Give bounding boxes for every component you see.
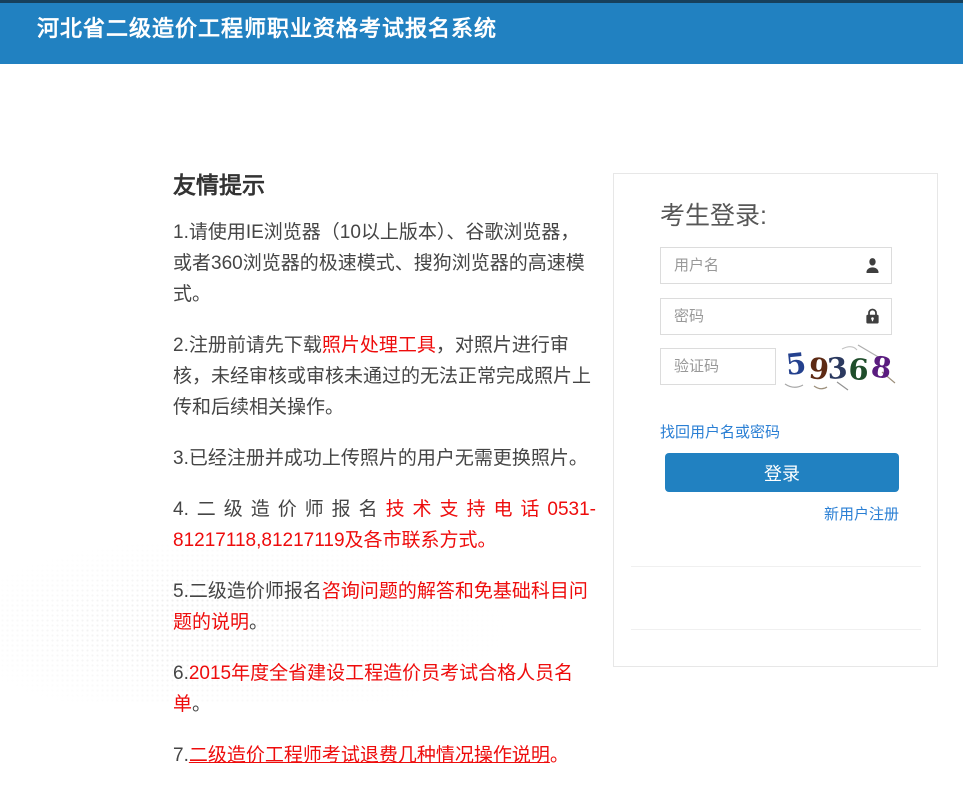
user-icon	[862, 255, 883, 276]
tip-text: 。	[192, 694, 211, 715]
svg-text:3: 3	[826, 351, 849, 386]
tip-link[interactable]: 。	[478, 530, 497, 551]
tip-text: 7.	[173, 745, 189, 766]
username-input[interactable]	[660, 247, 892, 284]
password-input[interactable]	[660, 298, 892, 335]
login-button[interactable]: 登录	[665, 453, 899, 492]
tip-text: 1.请使用IE浏览器（10以上版本）、谷歌浏览器，或者360浏览器的极速模式、搜…	[173, 222, 585, 305]
tip-text: 4.二级造价师报名	[173, 499, 386, 520]
tips-list: 1.请使用IE浏览器（10以上版本）、谷歌浏览器，或者360浏览器的极速模式、搜…	[173, 217, 596, 771]
username-field-wrap	[660, 247, 892, 284]
tip-item: 1.请使用IE浏览器（10以上版本）、谷歌浏览器，或者360浏览器的极速模式、搜…	[173, 217, 596, 310]
lock-icon	[862, 306, 883, 327]
tips-heading: 友情提示	[173, 166, 596, 200]
register-row: 新用户注册	[665, 503, 899, 524]
tip-link[interactable]: 照片处理工具	[322, 335, 436, 356]
svg-text:6: 6	[848, 352, 870, 387]
page-title: 河北省二级造价工程师职业资格考试报名系统	[37, 11, 963, 43]
password-field-wrap	[660, 298, 892, 335]
login-panel: 考生登录: 59368 找回用户名或密码 登录 新用户注册	[613, 173, 938, 667]
captcha-field-wrap	[660, 348, 776, 385]
tip-item: 5.二级造价师报名咨询问题的解答和免基础科目问题的说明。	[173, 576, 596, 638]
tip-link[interactable]: 。	[550, 745, 569, 766]
tip-link[interactable]: 2015年度全省建设工程造价员考试合格人员名单	[173, 663, 573, 715]
divider	[631, 566, 921, 567]
tip-link[interactable]: 二级造价工程师考试退费几种情况操作说明	[189, 745, 550, 766]
tip-item: 3.已经注册并成功上传照片的用户无需更换照片。	[173, 443, 596, 474]
captcha-digits: 59368	[784, 346, 894, 387]
tip-item: 6.2015年度全省建设工程造价员考试合格人员名单。	[173, 658, 596, 720]
tip-text: 2.注册前请先下载	[173, 335, 322, 356]
tip-text: 3.已经注册并成功上传照片的用户无需更换照片。	[173, 448, 588, 469]
svg-text:5: 5	[784, 346, 808, 382]
svg-text:8: 8	[869, 349, 894, 385]
tip-item: 4.二级造价师报名技术支持电话0531-81217118,81217119及各市…	[173, 494, 596, 556]
friendly-tips-section: 友情提示 1.请使用IE浏览器（10以上版本）、谷歌浏览器，或者360浏览器的极…	[173, 166, 596, 791]
forgot-password-link[interactable]: 找回用户名或密码	[660, 421, 780, 442]
tip-item: 2.注册前请先下载照片处理工具，对照片进行审核，未经审核或审核未通过的无法正常完…	[173, 330, 596, 423]
tip-text: 5.二级造价师报名	[173, 581, 322, 602]
divider	[631, 629, 921, 630]
tip-item: 7.二级造价工程师考试退费几种情况操作说明。	[173, 740, 596, 771]
register-link[interactable]: 新用户注册	[824, 506, 899, 523]
app-header: 河北省二级造价工程师职业资格考试报名系统	[0, 0, 963, 64]
tip-text: 。	[249, 612, 268, 633]
captcha-image[interactable]: 59368	[782, 342, 898, 392]
captcha-input[interactable]	[660, 348, 776, 385]
tip-text: 6.	[173, 663, 189, 684]
login-title: 考生登录:	[660, 196, 767, 232]
